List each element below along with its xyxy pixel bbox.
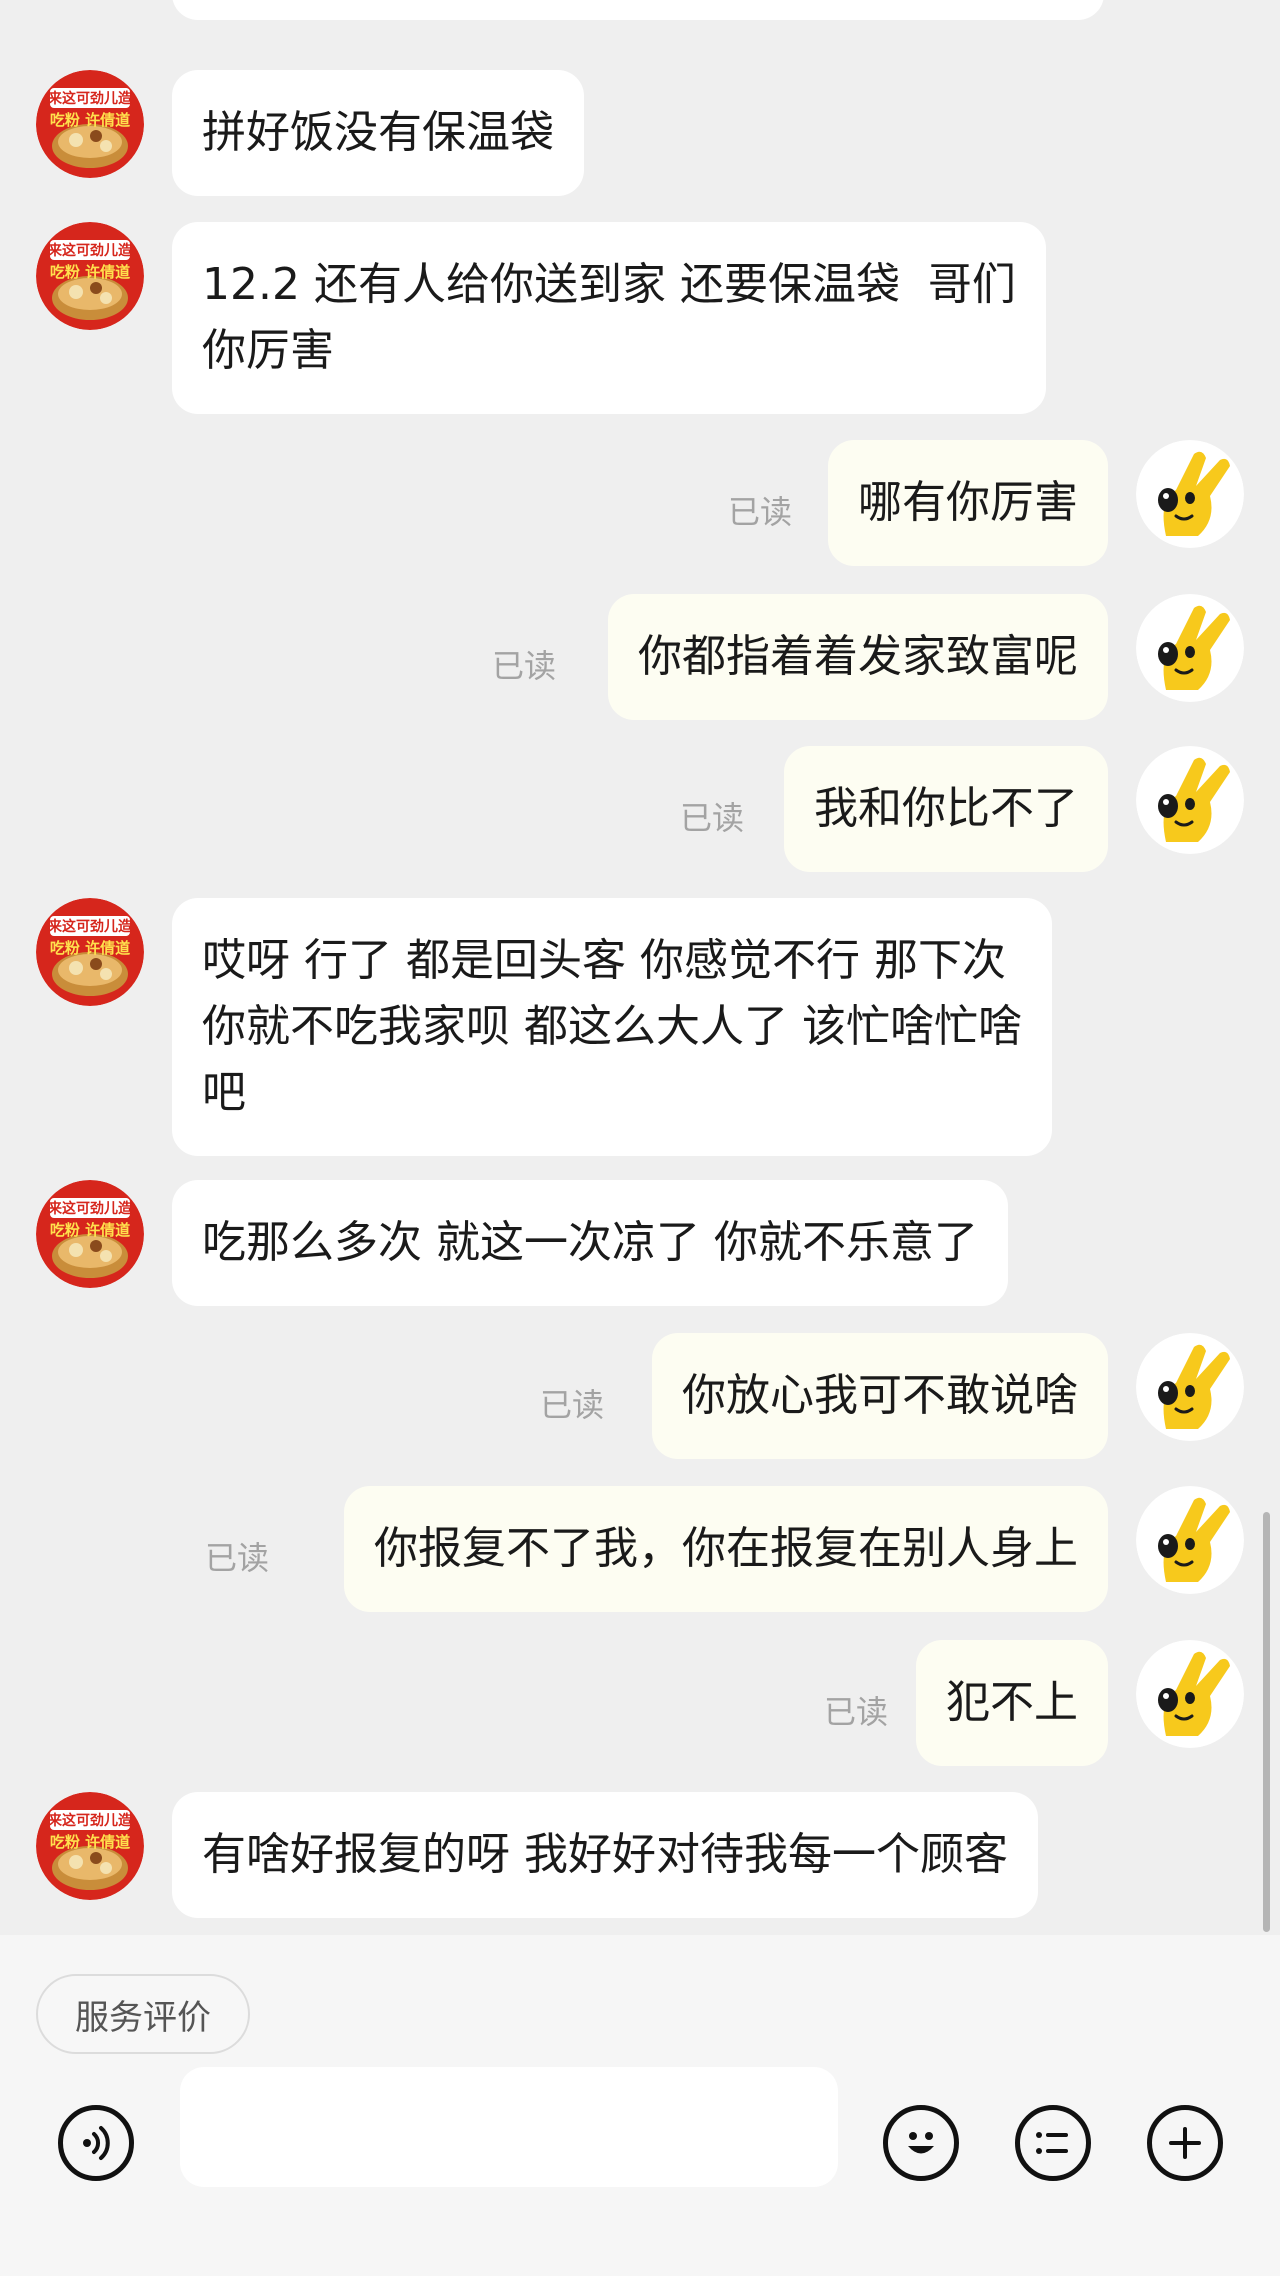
quick-reply-button[interactable] (1015, 2105, 1091, 2181)
user-avatar[interactable] (1136, 440, 1244, 548)
shop-avatar[interactable]: 来这可劲儿造 吃粉 许倩道 (36, 70, 144, 178)
svg-text:来这可劲儿造: 来这可劲儿造 (47, 90, 132, 107)
shop-logo-avatar-icon: 来这可劲儿造 吃粉 许倩道 (36, 1792, 144, 1900)
read-status: 已读 (728, 493, 793, 531)
shop-logo-avatar-icon: 来这可劲儿造 吃粉 许倩道 (36, 898, 144, 1006)
emoji-button[interactable] (883, 2105, 959, 2181)
shop-logo-avatar-icon: 来这可劲儿造 吃粉 许倩道 (36, 222, 144, 330)
emoji-icon (908, 2132, 934, 2154)
svg-text:吃粉 许倩道: 吃粉 许倩道 (50, 111, 130, 129)
read-status: 已读 (492, 647, 557, 685)
read-status: 已读 (540, 1386, 605, 1424)
shop-avatar[interactable]: 来这可劲儿造 吃粉 许倩道 (36, 898, 144, 1006)
read-status: 已读 (680, 799, 745, 837)
user-avatar[interactable] (1136, 1486, 1244, 1594)
plus-icon (1169, 2127, 1201, 2159)
svg-text:来这可劲儿造: 来这可劲儿造 (47, 242, 132, 259)
input-bar (0, 2067, 1280, 2225)
read-status: 已读 (205, 1539, 270, 1577)
read-status: 已读 (824, 1693, 889, 1731)
message-bubble[interactable]: 你报复不了我，你在报复在别人身上 (344, 1486, 1108, 1612)
message-bubble[interactable]: 哎呀 行了 都是回头客 你感觉不行 那下次 你就不吃我家呗 都这么大人了 该忙啥… (172, 898, 1052, 1156)
svg-text:吃粉 许倩道: 吃粉 许倩道 (50, 1833, 130, 1851)
chat-screen: 来这可劲儿造 吃粉 许倩道 拼好饭没有保温袋 来这可劲儿造 吃粉 许倩道 12.… (0, 0, 1280, 2276)
message-bubble[interactable]: 我和你比不了 (784, 746, 1108, 872)
message-bubble[interactable]: 吃那么多次 就这一次凉了 你就不乐意了 (172, 1180, 1008, 1306)
message-bubble[interactable]: 你放心我可不敢说啥 (652, 1333, 1108, 1459)
message-bubble[interactable]: 哪有你厉害 (828, 440, 1108, 566)
shop-logo-avatar-icon: 来这可劲儿造 吃粉 许倩道 (36, 1180, 144, 1288)
yellow-hand-mascot-icon (1136, 440, 1244, 548)
yellow-hand-mascot-icon (1136, 1333, 1244, 1441)
message-bubble[interactable]: 有啥好报复的呀 我好好对待我每一个顾客 (172, 1792, 1038, 1918)
svg-text:吃粉 许倩道: 吃粉 许倩道 (50, 939, 130, 957)
svg-text:来这可劲儿造: 来这可劲儿造 (47, 1812, 132, 1829)
svg-text:来这可劲儿造: 来这可劲儿造 (47, 918, 132, 935)
bottom-panel: 服务评价 (0, 1935, 1280, 2276)
yellow-hand-mascot-icon (1136, 1640, 1244, 1748)
user-avatar[interactable] (1136, 1640, 1244, 1748)
message-bubble[interactable]: 拼好饭没有保温袋 (172, 70, 584, 196)
message-input[interactable] (180, 2067, 838, 2187)
message-bubble[interactable]: 你都指着着发家致富呢 (608, 594, 1108, 720)
message-bubble[interactable]: 犯不上 (916, 1640, 1108, 1766)
user-avatar[interactable] (1136, 1333, 1244, 1441)
service-rating-button[interactable]: 服务评价 (36, 1974, 250, 2054)
shop-logo-avatar-icon: 来这可劲儿造 吃粉 许倩道 (36, 70, 144, 178)
yellow-hand-mascot-icon (1136, 1486, 1244, 1594)
shop-avatar[interactable]: 来这可劲儿造 吃粉 许倩道 (36, 1180, 144, 1288)
svg-text:来这可劲儿造: 来这可劲儿造 (47, 1200, 132, 1217)
scrollbar[interactable] (1263, 1512, 1270, 1932)
voice-button[interactable] (58, 2105, 134, 2181)
voice-icon (83, 2126, 110, 2160)
yellow-hand-mascot-icon (1136, 746, 1244, 854)
more-button[interactable] (1147, 2105, 1223, 2181)
quick-reply-list-icon (1036, 2132, 1068, 2154)
user-avatar[interactable] (1136, 746, 1244, 854)
shop-avatar[interactable]: 来这可劲儿造 吃粉 许倩道 (36, 222, 144, 330)
message-bubble[interactable]: 12.2 还有人给你送到家 还要保温袋 哥们 你厉害 (172, 222, 1046, 414)
yellow-hand-mascot-icon (1136, 594, 1244, 702)
message-list[interactable]: 来这可劲儿造 吃粉 许倩道 拼好饭没有保温袋 来这可劲儿造 吃粉 许倩道 12.… (0, 0, 1280, 1935)
svg-text:吃粉 许倩道: 吃粉 许倩道 (50, 1221, 130, 1239)
previous-message-bubble-partial (172, 0, 1104, 20)
shop-avatar[interactable]: 来这可劲儿造 吃粉 许倩道 (36, 1792, 144, 1900)
user-avatar[interactable] (1136, 594, 1244, 702)
svg-text:吃粉 许倩道: 吃粉 许倩道 (50, 263, 130, 281)
